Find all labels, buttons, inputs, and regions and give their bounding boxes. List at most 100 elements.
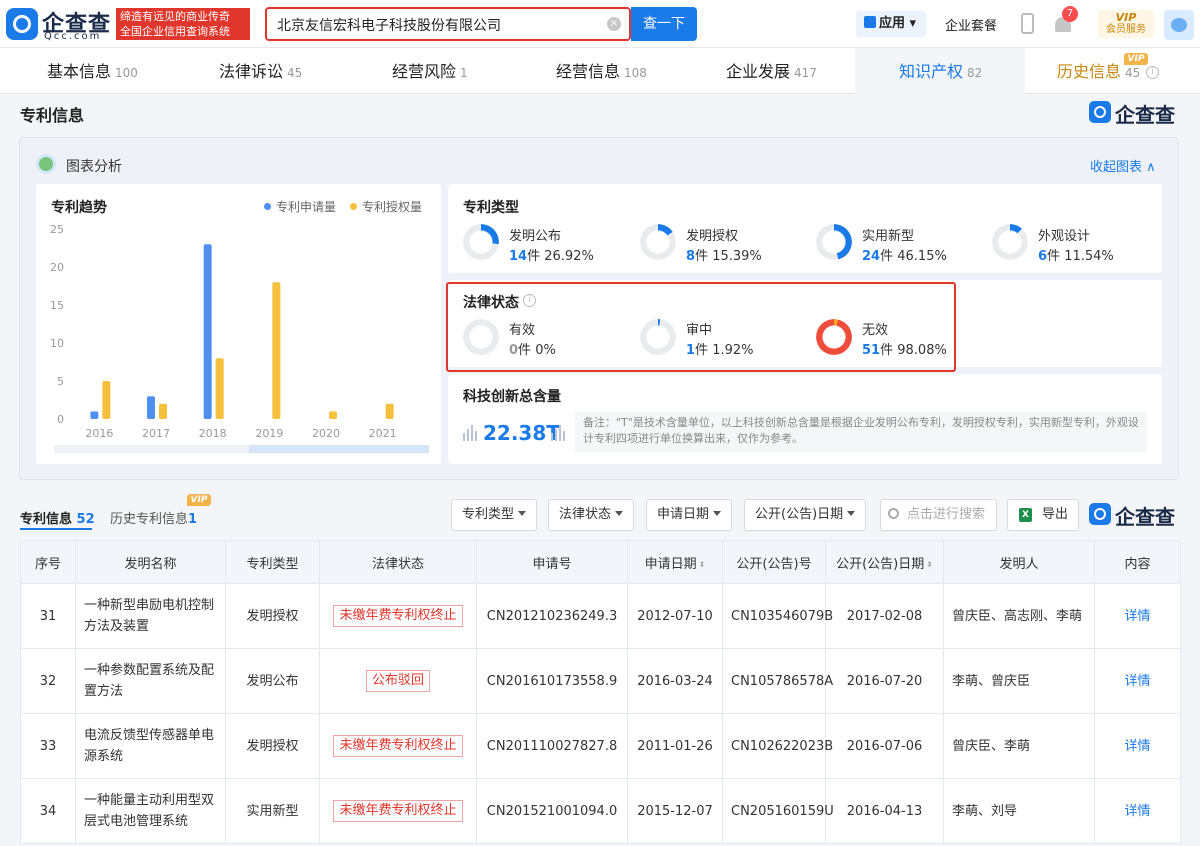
vip-label: VIP — [1115, 11, 1137, 24]
vip-service-button[interactable]: VIP 会员服务 — [1098, 10, 1154, 38]
type-count: 6 — [1038, 249, 1048, 264]
export-button[interactable]: 导出 — [1007, 499, 1079, 531]
cell-publication-date: 2016-04-13 — [825, 778, 944, 844]
type-unit: 件 — [527, 249, 541, 264]
cell-invention-name: 电流反馈型传感器单电源系统 — [75, 713, 226, 779]
vip-badge: VIP — [1124, 53, 1148, 65]
patent-type: 实用新型 — [246, 803, 299, 819]
cell-publication-date: 2016-07-20 — [825, 648, 944, 714]
type-unit: 件 — [695, 249, 709, 264]
header-app-date[interactable]: 申请日期 ⬍ — [627, 540, 723, 584]
type-name: 实用新型 — [862, 229, 915, 244]
type-ring-chart — [640, 224, 676, 260]
status-name: 有效 — [509, 323, 536, 338]
status-unit: 件 — [695, 343, 709, 358]
bar-grant-2021[interactable] — [385, 403, 394, 419]
enterprise-suite-link[interactable]: 企业套餐 — [945, 15, 997, 34]
collapse-chart-button[interactable]: 收起图表 ∧ — [1090, 156, 1156, 175]
tab-operation[interactable]: 经营信息 108 — [556, 48, 647, 94]
x-tick-label: 2017 — [142, 427, 170, 440]
tab-legal[interactable]: 法律诉讼 45 — [219, 48, 302, 94]
filter-apply-date[interactable]: 申请日期 — [646, 499, 733, 531]
cell-publication-number: CN105786578A — [722, 648, 833, 714]
tab-patent-history[interactable]: 历史专利信息1 — [110, 508, 197, 527]
type-name: 发明公布 — [509, 229, 562, 244]
status-value: 0件 0% — [509, 339, 556, 358]
tab-development[interactable]: 企业发展 417 — [726, 48, 817, 94]
legend-grant[interactable]: 专利授权量 — [350, 198, 422, 215]
tab-risk[interactable]: 经营风险 1 — [392, 48, 468, 94]
vip-service-label: 会员服务 — [1106, 24, 1146, 35]
sort-icon[interactable]: ⬍ — [699, 560, 706, 569]
application-date: 2015-12-07 — [637, 803, 713, 819]
publication-number: CN205160159U — [731, 803, 834, 819]
table-row[interactable]: 34 一种能量主动利用型双层式电池管理系统 实用新型 未缴年费专利权终止 CN20152… — [20, 778, 1181, 844]
header-pub-date[interactable]: 公开(公告)日期 ⬍ — [825, 540, 944, 584]
innovation-title: 科技创新总含量 — [463, 389, 561, 405]
cell-patent-type: 发明公布 — [225, 648, 320, 714]
cell-inventor: 曾庆臣、李萌 — [943, 713, 1095, 779]
phone-icon[interactable] — [1021, 13, 1034, 34]
cell-publication-number: CN103546079B — [722, 583, 833, 649]
filter-label: 公开(公告)日期 — [755, 507, 844, 522]
table-row[interactable]: 33 电流反馈型传感器单电源系统 发明授权 未缴年费专利权终止 CN2011100278… — [20, 713, 1181, 779]
info-icon[interactable]: i — [523, 294, 536, 307]
header-content: 内容 — [1094, 540, 1181, 584]
bar-apply-2017[interactable] — [147, 396, 155, 419]
bar-grant-2019[interactable] — [272, 282, 281, 419]
type-value: 8件 15.39% — [686, 245, 762, 264]
legend-apply[interactable]: 专利申请量 — [264, 198, 336, 215]
caret-down-icon — [713, 511, 722, 516]
bar-grant-2017[interactable] — [159, 403, 167, 419]
clear-icon[interactable]: × — [607, 17, 621, 31]
info-icon[interactable]: i — [1146, 66, 1159, 79]
tab-ip[interactable]: 知识产权 82 — [855, 48, 1025, 94]
bar-apply-2018[interactable] — [203, 244, 212, 419]
avatar[interactable] — [1164, 10, 1194, 40]
filter-patent-type[interactable]: 专利类型 — [451, 499, 538, 531]
filter-legal-status[interactable]: 法律状态 — [548, 499, 635, 531]
application-number: CN201210236249.3 — [486, 608, 618, 624]
detail-link[interactable]: 详情 — [1124, 804, 1150, 819]
table-header-row: 序号 发明名称 专利类型 法律状态 申请号 申请日期 ⬍ 公开(公告)号 公开(公… — [20, 540, 1181, 584]
status-ring-chart — [816, 319, 852, 355]
bar-grant-2016[interactable] — [102, 381, 111, 419]
app-menu-button[interactable]: 应用 ▾ — [856, 11, 926, 37]
publication-date: 2017-02-08 — [846, 608, 923, 624]
excel-icon: X — [1019, 508, 1032, 522]
status-count: 1 — [686, 343, 696, 358]
detail-link[interactable]: 详情 — [1124, 674, 1150, 689]
bar-apply-2016[interactable] — [90, 411, 99, 419]
search-button[interactable]: 查一下 — [631, 7, 697, 41]
detail-link[interactable]: 详情 — [1124, 739, 1150, 754]
cell-application-date: 2011-01-26 — [627, 713, 723, 779]
tab-basic-info[interactable]: 基本信息 100 — [47, 48, 138, 94]
y-tick-label: 0 — [57, 413, 64, 426]
tab-patent-info[interactable]: 专利信息 52 — [20, 508, 95, 527]
sort-icon[interactable]: ⬍ — [926, 560, 933, 569]
cell-inventor: 李萌、刘导 — [943, 778, 1095, 844]
bar-chart-icon — [551, 425, 565, 441]
slogan-line-1: 缔造有远见的商业传奇 — [120, 10, 230, 23]
y-tick-label: 5 — [57, 375, 64, 388]
application-number: CN201521001094.0 — [486, 803, 618, 819]
bar-grant-2018[interactable] — [215, 358, 224, 419]
cell-detail-link: 详情 — [1094, 778, 1181, 844]
table-row[interactable]: 32 一种参数配置系统及配置方法 发明公布 公布驳回 CN201610173558.9 2… — [20, 648, 1181, 714]
tab-count: 45 — [287, 66, 303, 80]
bar-grant-2020[interactable] — [329, 411, 337, 419]
invention-name: 一种参数配置系统及配置方法 — [84, 663, 215, 699]
zoom-scrollbar-thumb[interactable] — [249, 445, 429, 453]
qcc-logo-icon[interactable] — [6, 8, 38, 40]
sub-tab-label: 专利信息 — [20, 512, 73, 527]
search-input-value[interactable]: 北京友信宏科电子科技股份有限公司 — [277, 15, 501, 35]
inventor: 曾庆臣、李萌 — [952, 738, 1031, 754]
detail-link[interactable]: 详情 — [1124, 609, 1150, 624]
publication-number: CN105786578A — [731, 673, 834, 689]
chart-panel-title: 图表分析 — [66, 159, 122, 175]
filter-pub-date[interactable]: 公开(公告)日期 — [744, 499, 867, 531]
tab-count: 82 — [967, 66, 983, 80]
cell-application-number: CN201110027827.8 — [476, 713, 628, 779]
active-tab-underline — [20, 528, 92, 530]
table-row[interactable]: 31 一种新型串励电机控制方法及装置 发明授权 未缴年费专利权终止 CN20121023… — [20, 583, 1181, 649]
